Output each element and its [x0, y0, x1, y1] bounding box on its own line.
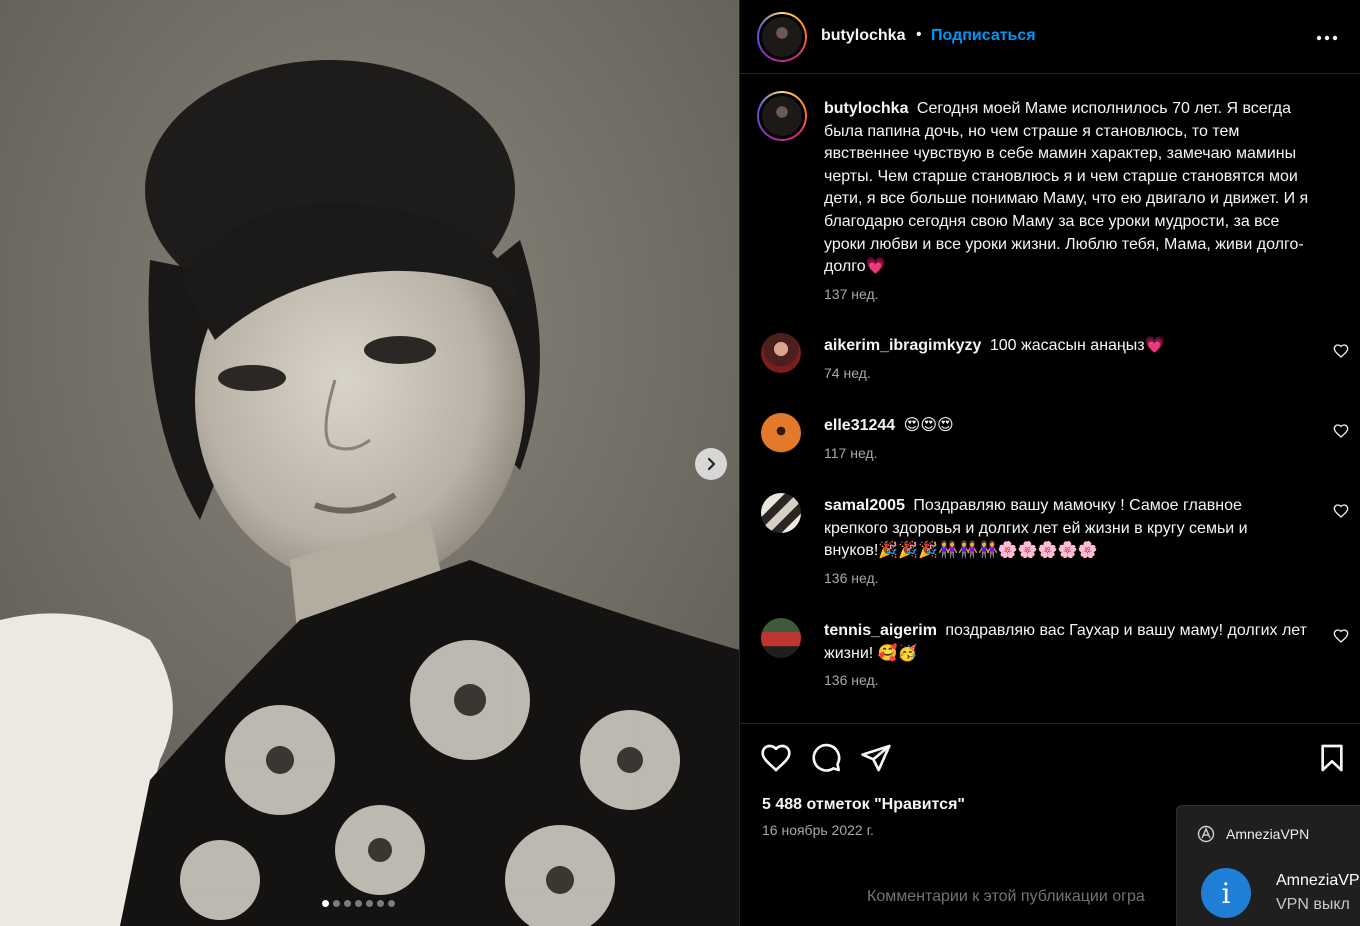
- carousel-indicator: [322, 900, 395, 907]
- carousel-dot: [322, 900, 329, 907]
- next-slide-button[interactable]: [695, 448, 727, 480]
- post-date[interactable]: 16 ноябрь 2022 г.: [762, 822, 874, 838]
- like-comment-heart-icon[interactable]: [1333, 503, 1349, 519]
- vpn-notification[interactable]: AmneziaVPN i AmneziaVP VPN выкл: [1176, 805, 1360, 926]
- post-photo[interactable]: [0, 0, 739, 926]
- commenter-username[interactable]: samal2005: [824, 497, 905, 514]
- carousel-dot: [344, 900, 351, 907]
- like-comment-heart-icon[interactable]: [1333, 628, 1349, 644]
- more-horizontal-icon: [1316, 35, 1338, 41]
- like-comment-heart-icon[interactable]: [1333, 423, 1349, 439]
- notification-title: AmneziaVP: [1276, 872, 1360, 889]
- comment-time[interactable]: 136 нед.: [824, 570, 879, 586]
- notification-app-name: AmneziaVPN: [1226, 826, 1310, 842]
- amnezia-logo-icon: [1197, 825, 1215, 843]
- comment-text: 100 жасасын анаңыз💗: [989, 337, 1165, 354]
- save-bookmark-icon[interactable]: [1316, 742, 1348, 774]
- commenter-username[interactable]: aikerim_ibragimkyzy: [824, 337, 981, 354]
- portrait-photo: [0, 0, 739, 926]
- commenter-avatar[interactable]: [761, 493, 801, 533]
- carousel-dot: [388, 900, 395, 907]
- like-heart-icon[interactable]: [760, 742, 792, 774]
- author-username[interactable]: butylochka: [821, 27, 905, 45]
- comment-time[interactable]: 117 нед.: [824, 445, 877, 461]
- likes-count[interactable]: 5 488 отметок "Нравится": [762, 796, 965, 814]
- carousel-dot: [355, 900, 362, 907]
- notification-body: VPN выкл: [1276, 896, 1350, 913]
- comment-bubble-icon[interactable]: [810, 742, 842, 774]
- comment-text: 😍😍😍: [903, 417, 954, 434]
- post-header: butylochka • Подписаться: [740, 0, 1360, 74]
- caption-text: Сегодня моей Маме исполнилось 70 лет. Я …: [824, 100, 1309, 276]
- commenter-username[interactable]: tennis_aigerim: [824, 622, 937, 639]
- comment-time[interactable]: 74 нед.: [824, 365, 871, 381]
- comments-closed-notice: Комментарии к этой публикации огра: [867, 888, 1145, 905]
- follow-button[interactable]: Подписаться: [931, 27, 1036, 45]
- chevron-right-icon: [707, 457, 716, 471]
- author-avatar[interactable]: [757, 12, 807, 62]
- author-username[interactable]: butylochka: [824, 100, 908, 117]
- post-details-pane: butylochka • Подписаться butylochka Сего…: [739, 0, 1360, 926]
- author-avatar[interactable]: [757, 91, 807, 141]
- like-comment-heart-icon[interactable]: [1333, 343, 1349, 359]
- caption-time[interactable]: 137 нед.: [824, 286, 879, 302]
- comments-list[interactable]: butylochka Сегодня моей Маме исполнилось…: [740, 75, 1360, 723]
- commenter-avatar[interactable]: [761, 618, 801, 658]
- commenter-avatar[interactable]: [761, 333, 801, 373]
- carousel-dot: [366, 900, 373, 907]
- commenter-username[interactable]: elle31244: [824, 417, 895, 434]
- share-paper-plane-icon[interactable]: [860, 742, 892, 774]
- more-options-button[interactable]: [1316, 24, 1338, 47]
- info-icon: i: [1201, 868, 1251, 918]
- commenter-avatar[interactable]: [761, 413, 801, 453]
- comment-time[interactable]: 136 нед.: [824, 672, 879, 688]
- separator-dot: •: [916, 26, 922, 43]
- carousel-dot: [377, 900, 384, 907]
- carousel-dot: [333, 900, 340, 907]
